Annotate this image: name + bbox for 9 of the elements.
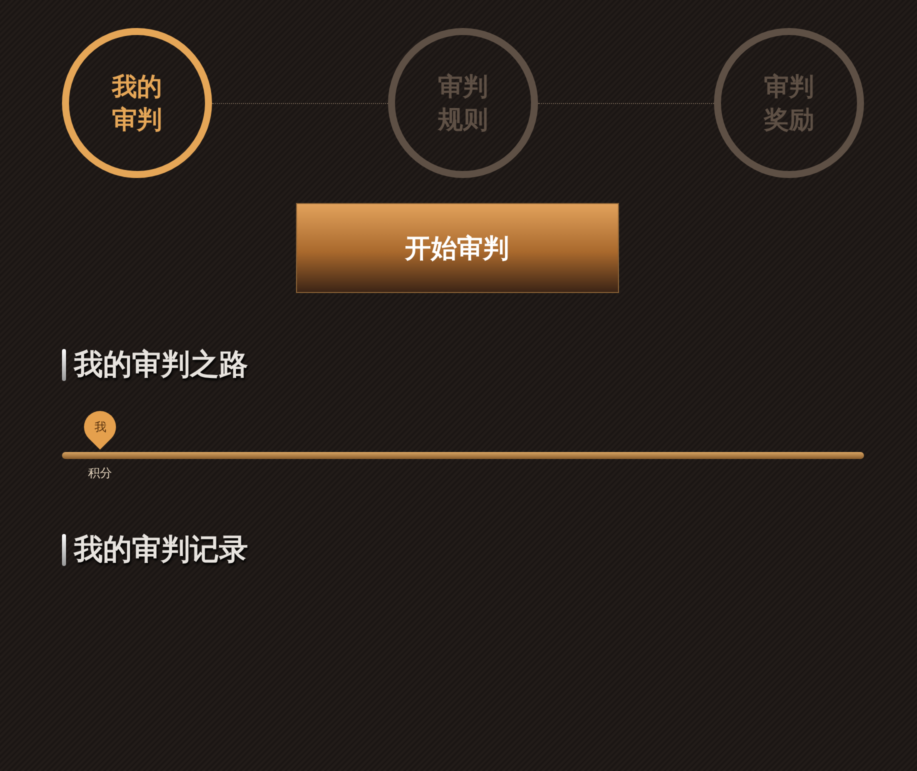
section-title: 我的审判之路 bbox=[74, 346, 248, 383]
start-button[interactable]: 开始审判 bbox=[296, 203, 618, 293]
title-bar-icon bbox=[62, 349, 66, 381]
step-tab[interactable]: 我的审判 bbox=[62, 28, 212, 178]
step-tab[interactable]: 审判规则 bbox=[388, 28, 538, 178]
step-tab[interactable]: 审判奖励 bbox=[714, 28, 864, 178]
section-title: 我的审判记录 bbox=[74, 531, 248, 568]
title-bar-icon bbox=[62, 534, 66, 566]
axis-label: 积分 bbox=[88, 465, 113, 482]
